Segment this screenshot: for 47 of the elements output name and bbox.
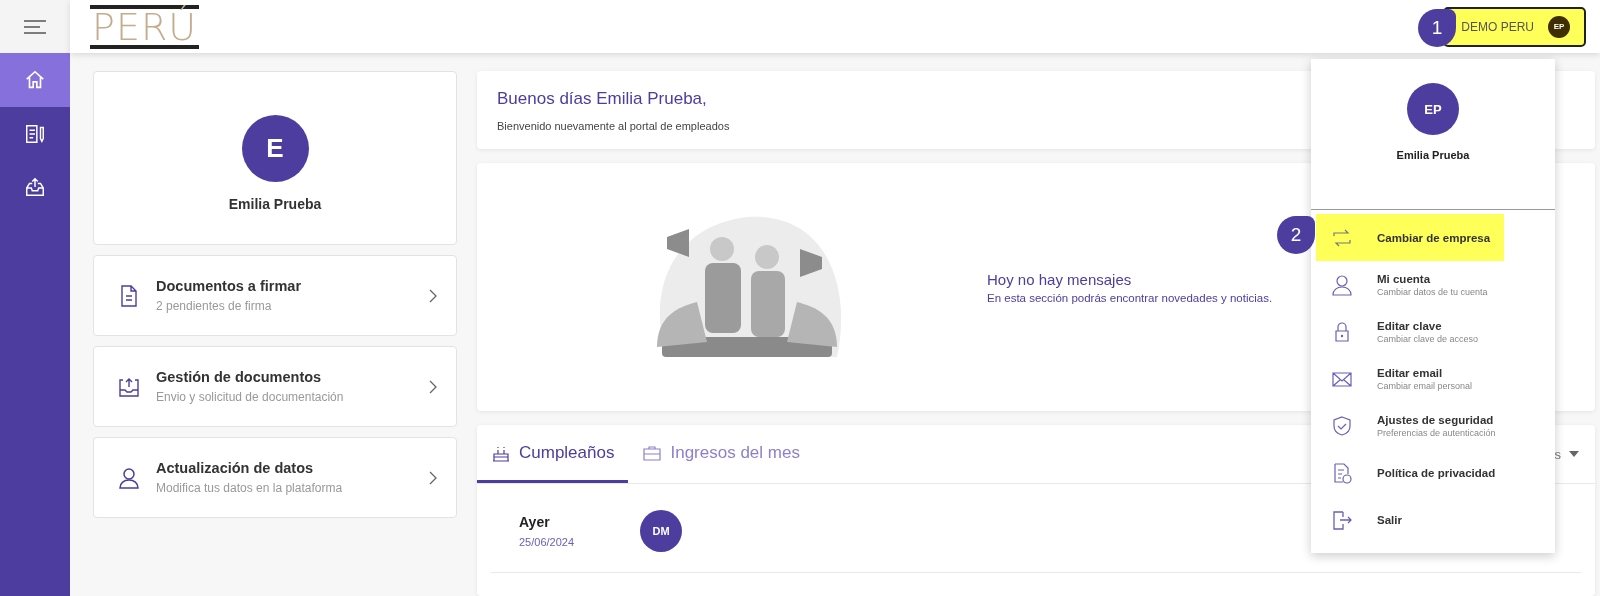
document-clock-icon — [1331, 461, 1353, 484]
document-pen-icon — [24, 123, 46, 145]
chevron-right-icon — [428, 379, 438, 394]
menu-item[interactable]: Ajustes de seguridad Preferencias de autenticación — [1316, 402, 1504, 449]
caret-icon — [1569, 451, 1579, 457]
greeting: Buenos días Emilia Prueba, — [497, 89, 708, 109]
inbox-upload-icon — [24, 177, 46, 199]
user-icon — [1331, 273, 1353, 296]
tab[interactable]: Cumpleaños — [477, 425, 629, 483]
account-button[interactable]: DEMO PERU EP — [1443, 6, 1586, 47]
date-text: 25/06/2024 — [519, 536, 575, 548]
empty-state-text: En esta sección podrás encontrar novedades y noticias. — [987, 291, 1273, 304]
shortcut-subtitle: Modifica tus datos en la plataforma — [156, 481, 344, 495]
avatar: EP — [1407, 83, 1459, 135]
shield-check-icon — [1331, 414, 1353, 437]
shortcut-title: Documentos a firmar — [156, 278, 303, 294]
empty-state-title: Hoy no hay mensajes — [987, 270, 1133, 288]
shortcut-card[interactable]: Gestión de documentos Envio y solicitud de documentación — [93, 346, 457, 427]
shortcut-subtitle: Envio y solicitud de documentación — [156, 390, 345, 404]
avatar: E — [241, 114, 309, 182]
chevron-right-icon — [428, 470, 438, 485]
chevron-right-icon — [428, 288, 438, 303]
day-label: Ayer — [519, 514, 551, 530]
avatar: EP — [1548, 15, 1570, 38]
user-name: Emilia Prueba — [228, 195, 322, 212]
menu-item[interactable]: Editar email Cambiar email personal — [1316, 355, 1504, 402]
tab[interactable]: Ingresos del mes — [628, 425, 814, 483]
menu-item[interactable]: Mi cuenta Cambiar datos de tu cuenta — [1316, 261, 1504, 308]
menu-item[interactable]: Política de privacidad — [1316, 449, 1504, 496]
shortcut-card[interactable]: Actualización de datos Modifica tus datos en la plataforma — [93, 437, 457, 518]
home-icon — [24, 69, 46, 91]
shortcut-title: Actualización de datos — [156, 460, 315, 476]
logout-icon — [1331, 508, 1353, 531]
filter-dropdown[interactable]: s — [1538, 425, 1595, 483]
menu-item[interactable]: Salir — [1316, 496, 1504, 543]
shortcut-title: Gestión de documentos — [156, 369, 323, 385]
menu-item[interactable]: Editar clave Cambiar clave de acceso — [1316, 308, 1504, 355]
document-icon — [118, 283, 140, 308]
avatar: DM — [640, 510, 683, 552]
shortcut-subtitle: 2 pendientes de firma — [156, 299, 273, 313]
logo: PERÚ — [90, 4, 200, 49]
user-name: Emilia Prueba — [1396, 149, 1470, 161]
menu-icon — [24, 19, 46, 34]
welcome-text: Bienvenido nuevamente al portal de empleados — [497, 120, 731, 132]
user-icon — [118, 465, 140, 490]
shortcut-card[interactable]: Documentos a firmar 2 pendientes de firma — [93, 255, 457, 336]
menu-item[interactable]: Cambiar de empresa — [1316, 214, 1504, 261]
